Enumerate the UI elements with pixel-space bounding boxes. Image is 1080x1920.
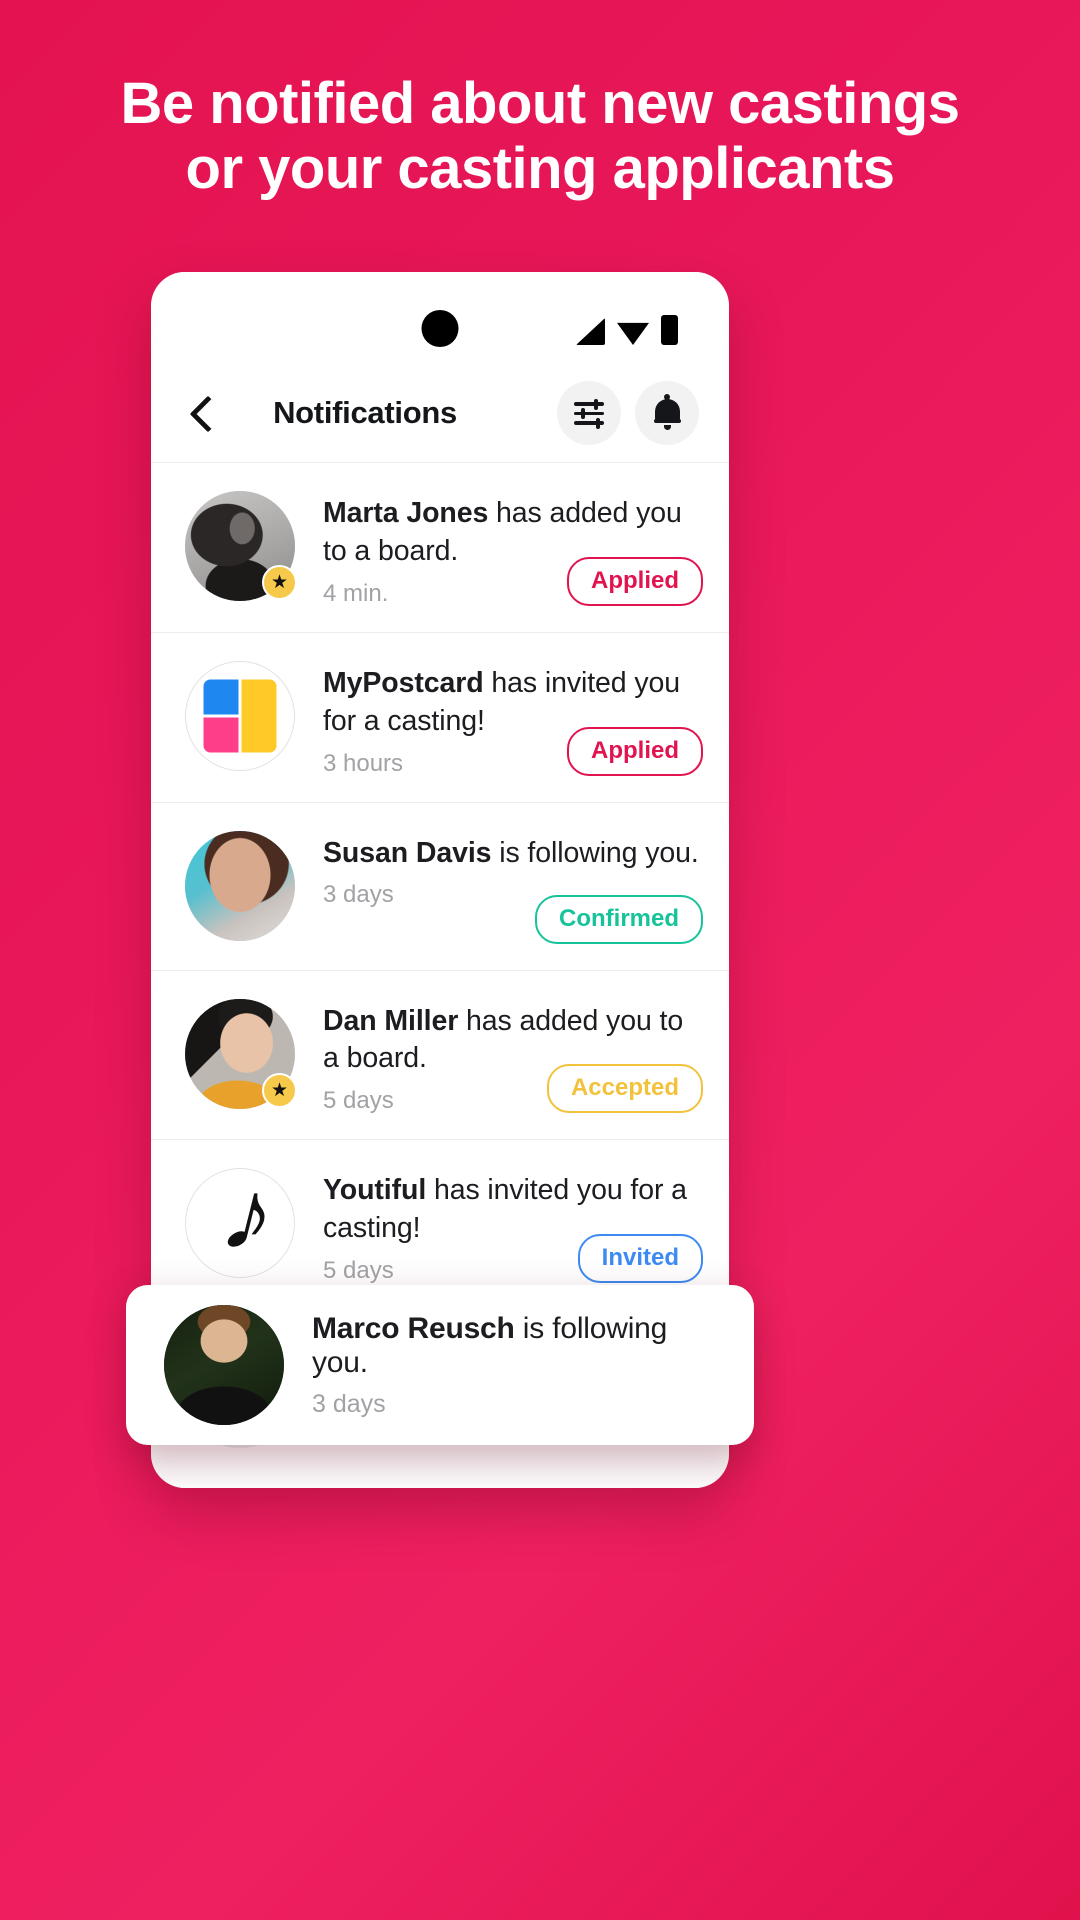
status-badge[interactable]: Applied [567,556,703,606]
status-bar [151,272,729,364]
headline-line-2: or your casting applicants [185,135,895,201]
status-icons [576,313,678,345]
avatar [185,830,295,941]
notification-row[interactable]: 𝅘𝅥𝅮 Youtiful has invited you for a casting… [151,1139,729,1309]
avatar: 𝅘𝅥𝅮 [185,1168,295,1279]
status-badge[interactable]: Accepted [546,1064,703,1114]
toast-actor-name: Marco Reusch [312,1311,515,1345]
toast-avatar [164,1305,284,1425]
notification-row[interactable]: ★ Dan Miller has added you to a board. 5… [151,969,729,1140]
avatar-photo-marco [164,1305,284,1425]
wifi-icon [617,322,649,345]
actor-name: Dan Miller [323,1004,459,1037]
star-badge-icon: ★ [262,1072,297,1108]
status-badge[interactable]: Confirmed [535,894,703,944]
avatar: ★ [185,998,297,1109]
action-text: is following you. [491,836,699,869]
battery-icon [661,315,678,345]
toast-notification-card[interactable]: Marco Reusch is following you. 3 days [126,1285,754,1445]
notification-row[interactable]: Susan Davis is following you. 3 days Con… [151,801,729,970]
logo-mypostcard-icon [203,679,277,753]
logo-youtiful-icon: 𝅘𝅥𝅮 [225,1183,260,1262]
status-badge[interactable]: Applied [567,726,703,776]
bell-icon [653,394,681,430]
avatar: ★ [185,491,297,601]
filter-button[interactable] [557,381,621,445]
avatar-photo-susan [185,830,295,941]
page-headline: Be notified about new castings or your c… [0,71,1080,202]
notification-row[interactable]: ★ Marta Jones has added you to a board. … [151,462,729,632]
sliders-filter-icon [574,398,604,429]
status-badge[interactable]: Invited [577,1234,703,1284]
toast-message: Marco Reusch is following you. [312,1312,724,1380]
actor-name: MyPostcard [323,666,484,699]
signal-icon [576,318,605,345]
avatar [185,660,295,771]
headline-line-1: Be notified about new castings [120,71,960,136]
actor-name: Marta Jones [323,497,489,529]
page-title: Notifications [273,395,457,430]
notification-row[interactable]: MyPostcard has invited you for a casting… [151,631,729,802]
star-badge-icon: ★ [262,565,297,600]
chevron-left-icon[interactable] [185,396,219,430]
camera-punchhole-icon [421,310,459,347]
notification-message: Susan Davis is following you. [323,835,705,873]
toast-timestamp: 3 days [312,1389,386,1418]
nav-bar: Notifications [151,364,729,462]
notifications-bell-button[interactable] [635,381,699,445]
actor-name: Youtiful [323,1174,427,1207]
actor-name: Susan Davis [323,836,492,869]
